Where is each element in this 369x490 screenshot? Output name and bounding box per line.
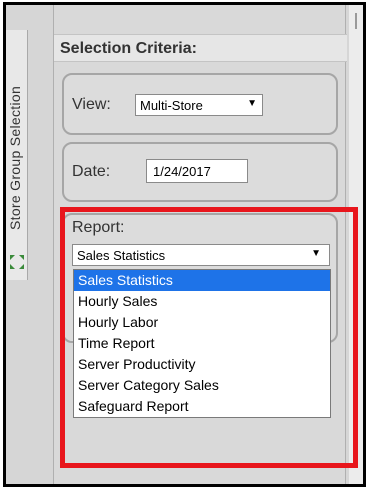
view-group: View: Multi-Store ▼ [62,73,338,135]
store-group-selection-tab[interactable]: Store Group Selection [6,30,28,280]
view-select[interactable]: Multi-Store ▼ [135,94,263,116]
store-group-selection-label: Store Group Selection [7,85,23,231]
window-frame: Store Group Selection Selection Criteria… [3,2,366,487]
panel-title: Selection Criteria: [54,34,347,62]
view-label: View: [72,96,111,113]
dropdown-arrow-icon: ▼ [247,98,257,109]
highlight-box [60,207,358,468]
date-group: Date: 1/24/2017 [62,142,338,202]
view-select-value: Multi-Store [140,98,203,113]
expand-arrows-icon[interactable] [9,254,25,270]
date-input[interactable]: 1/24/2017 [146,159,248,183]
date-label: Date: [72,163,111,180]
edge-marker [355,13,357,29]
